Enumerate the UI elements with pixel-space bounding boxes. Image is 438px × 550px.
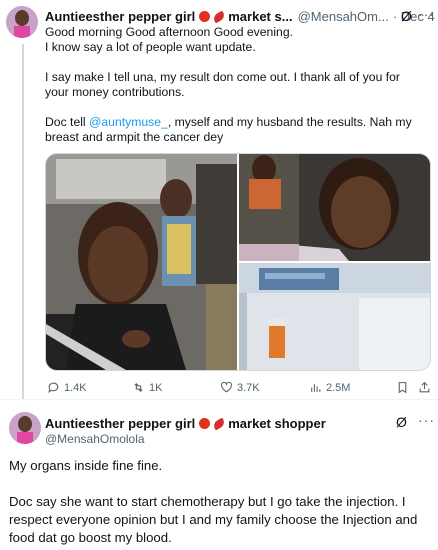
bookmark-button[interactable] bbox=[396, 381, 409, 394]
grok-icon[interactable]: Ø bbox=[396, 414, 407, 430]
tweet-paragraph: Doc say she want to start chemotherapy b… bbox=[9, 494, 418, 545]
reply-icon bbox=[48, 382, 59, 394]
tomato-emoji-icon bbox=[199, 11, 211, 22]
heart-icon bbox=[221, 381, 232, 393]
photo-medical-room[interactable] bbox=[239, 263, 430, 370]
like-count: 3.7K bbox=[237, 381, 260, 394]
view-count: 2.5M bbox=[326, 381, 351, 394]
chili-pepper-emoji-icon bbox=[212, 417, 227, 430]
author-avatar[interactable] bbox=[6, 6, 38, 38]
author-name-suffix[interactable]: market s... bbox=[228, 9, 292, 24]
tweet-text: Good morning Good afternoon Good evening… bbox=[45, 25, 425, 145]
author-handle[interactable]: @MensahOm... bbox=[298, 9, 389, 24]
tweet-paragraph: I say make I tell una, my result don com… bbox=[45, 70, 400, 99]
tweet-first[interactable]: Auntieesther pepper girl market s... @Me… bbox=[0, 0, 438, 399]
repost-button[interactable]: 1K bbox=[132, 381, 162, 394]
repost-count: 1K bbox=[149, 381, 163, 394]
photo-closeup-selfie[interactable] bbox=[239, 154, 430, 261]
like-button[interactable]: 3.7K bbox=[220, 381, 260, 394]
tweet-line: Good morning Good afternoon Good evening… bbox=[45, 25, 293, 39]
tweet-paragraph: Doc tell @auntymuse_, myself and my husb… bbox=[45, 115, 425, 145]
reply-button[interactable]: 1.4K bbox=[47, 381, 87, 394]
bookmark-icon bbox=[398, 382, 407, 394]
share-button[interactable] bbox=[418, 381, 431, 394]
more-options-icon[interactable]: ··· bbox=[418, 412, 435, 428]
tweet-action-bar: 1.4K 1K 3.7K 2.5M bbox=[45, 381, 435, 397]
repost-icon bbox=[134, 382, 143, 393]
tweet-paragraph: My organs inside fine fine. bbox=[9, 458, 163, 473]
photo-car-selfie[interactable] bbox=[46, 154, 237, 370]
grok-icon[interactable]: Ø bbox=[401, 8, 412, 24]
author-avatar[interactable] bbox=[9, 412, 41, 444]
tomato-emoji-icon bbox=[199, 418, 211, 429]
text-segment: Doc tell bbox=[45, 115, 90, 129]
chili-pepper-emoji-icon bbox=[212, 10, 227, 23]
tweet-second[interactable]: Auntieesther pepper girl market shopper … bbox=[0, 399, 438, 550]
views-chart-icon bbox=[311, 384, 321, 392]
media-grid[interactable] bbox=[45, 153, 431, 371]
share-icon bbox=[419, 381, 430, 393]
tweet-header: Auntieesther pepper girl market shopper bbox=[45, 416, 326, 431]
more-options-icon[interactable]: ··· bbox=[418, 6, 435, 22]
thread-connector-line bbox=[22, 44, 24, 399]
tweet-header: Auntieesther pepper girl market s... @Me… bbox=[45, 9, 435, 24]
author-name[interactable]: Auntieesther pepper girl bbox=[45, 9, 195, 24]
tweet-line: I know say a lot of people want update. bbox=[45, 40, 256, 54]
author-name[interactable]: Auntieesther pepper girl bbox=[45, 416, 195, 431]
views-button[interactable]: 2.5M bbox=[309, 381, 350, 394]
tweet-text: My organs inside fine fine. Doc say she … bbox=[9, 457, 429, 547]
author-name-suffix[interactable]: market shopper bbox=[228, 416, 326, 431]
mention-link[interactable]: @auntymuse_ bbox=[89, 115, 168, 129]
reply-count: 1.4K bbox=[64, 381, 87, 394]
author-handle[interactable]: @MensahOmolola bbox=[45, 432, 145, 446]
